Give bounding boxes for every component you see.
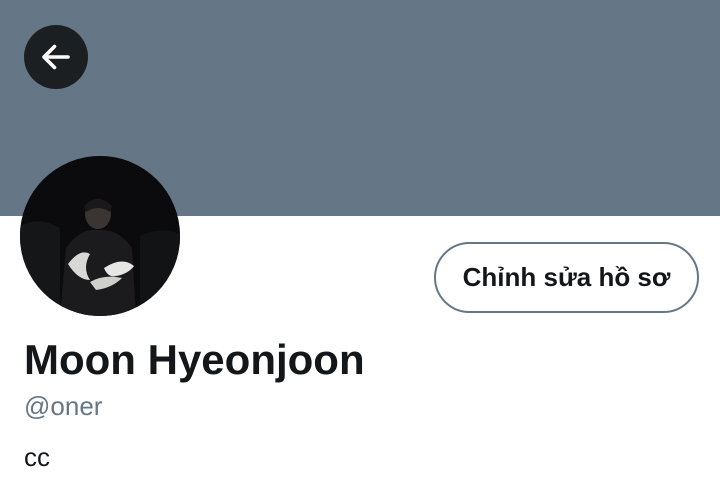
edit-profile-button[interactable]: Chỉnh sửa hồ sơ: [434, 242, 699, 313]
avatar-photo: [20, 156, 180, 316]
back-button[interactable]: [24, 25, 88, 89]
arrow-left-icon: [42, 44, 70, 70]
avatar[interactable]: [20, 156, 180, 316]
display-name: Moon Hyeonjoon: [24, 336, 365, 383]
username-handle: @oner: [24, 391, 103, 421]
bio-text: cc: [24, 442, 50, 472]
